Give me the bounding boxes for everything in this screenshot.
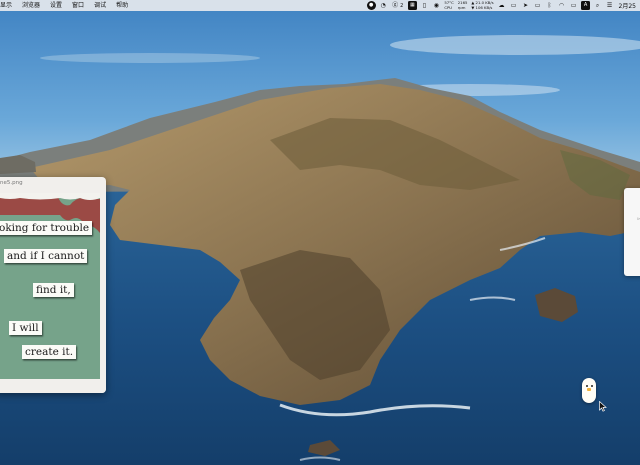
menu-clock[interactable]: 2月25 [619, 1, 636, 10]
network-speed[interactable]: ▲ 21.0 KB/s ▼ 106 KB/s [471, 1, 493, 10]
window-footer [0, 379, 106, 393]
notification-icon[interactable]: ⓖ [391, 1, 400, 10]
status-bar: ● ◔ ⓖ 2 ▦ ▯ ◉ 57°C CPU 2165 rpm ▲ 21.0 K… [365, 0, 640, 11]
clipped-word-4: I will [9, 321, 42, 335]
menu-bar: 显示 浏览器 设置 窗口 调试 帮助 ● ◔ ⓖ 2 ▦ ▯ ◉ 57°C CP… [0, 0, 640, 11]
eye-right-icon [590, 385, 593, 387]
mouse-pointer-icon [599, 401, 607, 412]
bluetooth-icon[interactable]: ᛒ [545, 1, 554, 10]
record-icon[interactable]: ● [366, 1, 376, 10]
notification-count: 2 [400, 2, 404, 9]
menu-item-settings[interactable]: 设置 [45, 0, 67, 11]
clipped-word-1: oking for trouble [0, 221, 93, 235]
search-icon[interactable]: ⌕ [593, 1, 602, 10]
window-title: ne5.png [0, 180, 23, 186]
partial-window-right[interactable]: ⊳ [624, 188, 640, 276]
clipboard-icon[interactable]: ▯ [420, 1, 429, 10]
cpu-temp[interactable]: 57°C CPU [444, 1, 453, 10]
chat-icon[interactable]: ☁ [497, 1, 506, 10]
collage-image: oking for trouble and if I cannot find i… [0, 193, 100, 379]
shield-icon[interactable]: ◉ [432, 1, 441, 10]
fan-speed[interactable]: 2165 rpm [457, 1, 468, 10]
clipped-word-5: create it. [22, 345, 77, 359]
cpu-temp-label: CPU [444, 4, 453, 10]
menu-item-help[interactable]: 帮助 [111, 0, 133, 11]
menu-item-debug[interactable]: 调试 [89, 0, 111, 11]
timer-icon[interactable]: ◔ [379, 1, 388, 10]
menu-item-window[interactable]: 窗口 [67, 0, 89, 11]
battery-icon[interactable]: ▭ [569, 1, 578, 10]
beak-icon [587, 388, 591, 391]
menu-item-browser[interactable]: 浏览器 [17, 0, 45, 11]
app-menu: 显示 浏览器 设置 窗口 调试 帮助 [0, 0, 133, 11]
floating-assistant-icon[interactable] [582, 378, 596, 403]
cast-icon[interactable]: ▭ [533, 1, 542, 10]
white-top-strip [0, 193, 100, 200]
wifi-icon[interactable]: ◠ [557, 1, 566, 10]
fan-speed-label: rpm [457, 4, 466, 10]
clipped-word-2: and if I cannot [4, 249, 88, 263]
control-center-icon[interactable]: ☰ [605, 1, 614, 10]
network-down: ▼ 106 KB/s [471, 4, 493, 10]
clipped-word-3: find it, [33, 283, 74, 297]
input-method-icon[interactable]: A [581, 1, 591, 10]
eye-left-icon [585, 385, 588, 387]
display-icon[interactable]: ▭ [509, 1, 518, 10]
menu-item-view[interactable]: 显示 [0, 0, 17, 11]
grid-icon[interactable]: ▦ [407, 1, 417, 10]
send-icon[interactable]: ➤ [521, 1, 530, 10]
image-preview-window[interactable]: ne5.png oking for trouble and if I canno… [0, 177, 106, 393]
